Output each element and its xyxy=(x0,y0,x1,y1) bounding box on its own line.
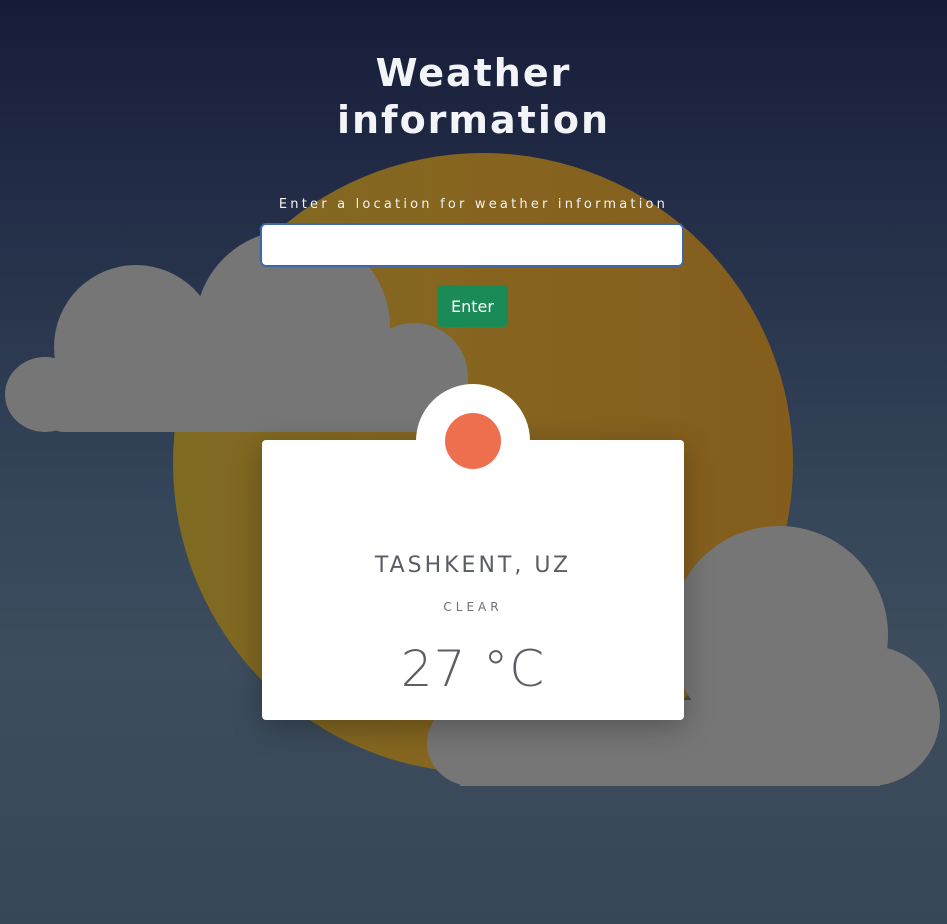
weather-condition: CLEAR xyxy=(443,600,503,614)
temperature: 27 °C xyxy=(400,640,546,698)
location-name: TASHKENT, UZ xyxy=(374,553,572,578)
sun-icon xyxy=(445,413,501,469)
